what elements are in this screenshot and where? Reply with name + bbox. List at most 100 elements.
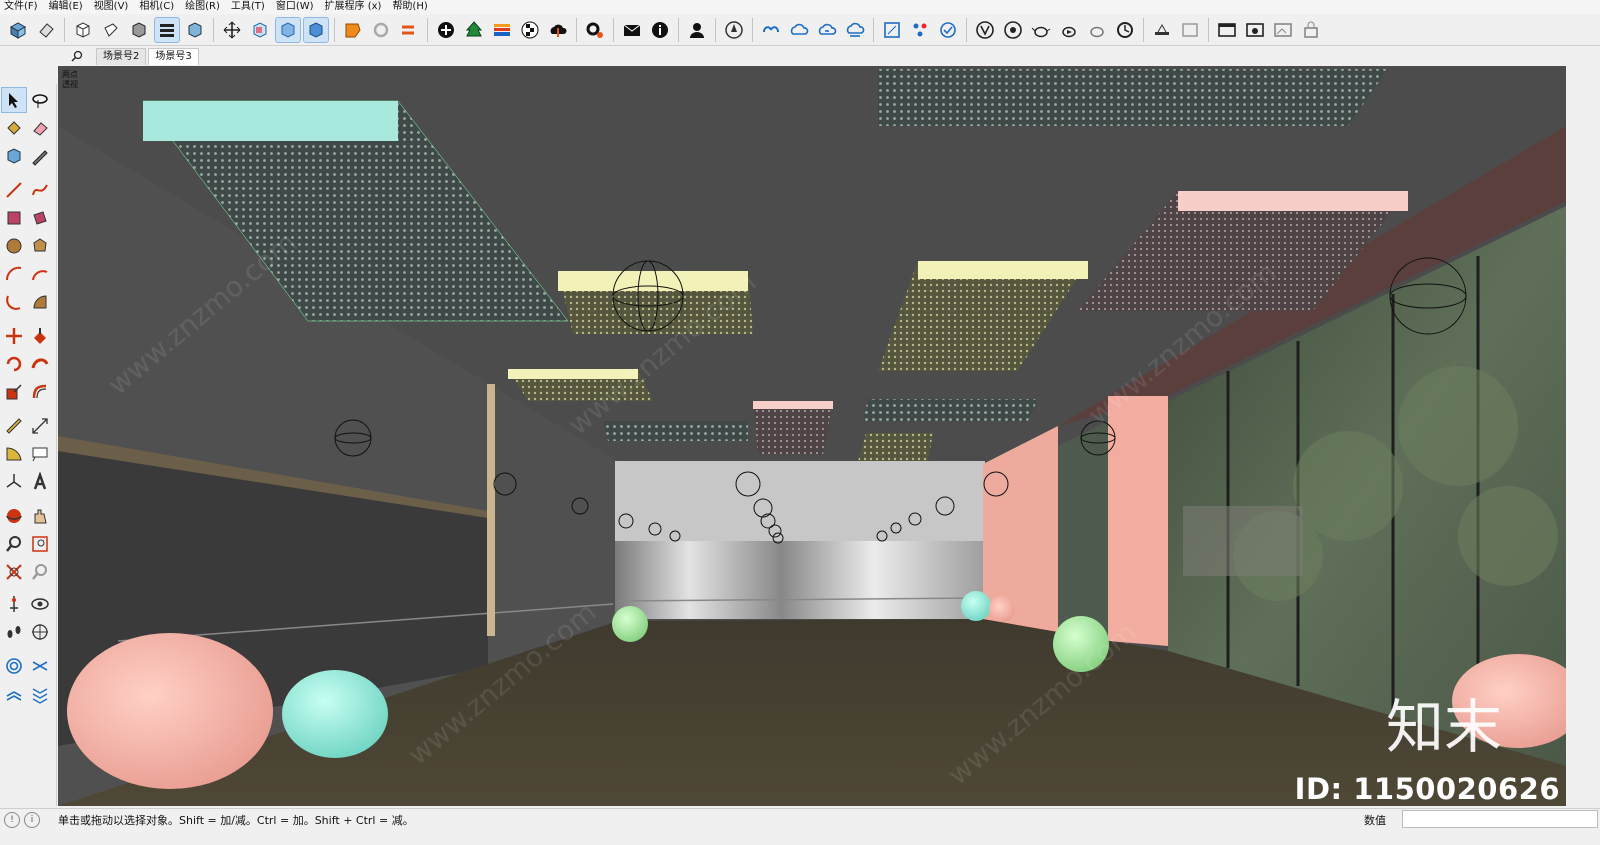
- dimension-icon[interactable]: [28, 414, 52, 438]
- box-tinted-icon[interactable]: [183, 18, 207, 42]
- window-render-icon[interactable]: [1243, 18, 1267, 42]
- refresh-icon[interactable]: [369, 18, 393, 42]
- eraser-shape-icon[interactable]: [34, 18, 58, 42]
- position-camera-icon[interactable]: [2, 592, 26, 616]
- menu-file[interactable]: 文件(F): [0, 0, 45, 14]
- pan-hand-icon[interactable]: [28, 504, 52, 528]
- cloud-share-icon[interactable]: [787, 18, 811, 42]
- menu-view[interactable]: 视图(V): [90, 0, 136, 14]
- scale-icon[interactable]: [2, 380, 26, 404]
- look-around-icon[interactable]: [28, 592, 52, 616]
- tape-measure-icon[interactable]: [28, 144, 52, 168]
- menu-draw[interactable]: 绘图(R): [181, 0, 227, 14]
- orbit-icon[interactable]: [2, 504, 26, 528]
- image-frame-icon[interactable]: [1271, 18, 1295, 42]
- box-outline-icon[interactable]: [99, 18, 123, 42]
- sandbox-scratch-icon[interactable]: [28, 654, 52, 678]
- scene-tab-3[interactable]: 场景号3: [148, 48, 199, 65]
- pie-icon[interactable]: [28, 290, 52, 314]
- teapot-lock-icon[interactable]: [1113, 18, 1137, 42]
- cloud-upload-icon[interactable]: [546, 18, 570, 42]
- measurements-input[interactable]: [1402, 810, 1598, 828]
- move-icon[interactable]: [220, 18, 244, 42]
- move-tool-icon[interactable]: [2, 324, 26, 348]
- sandbox-contours-icon[interactable]: [2, 654, 26, 678]
- frame-icon[interactable]: [880, 18, 904, 42]
- molecule-icon[interactable]: [908, 18, 932, 42]
- 3d-viewport[interactable]: www.znzmo.com www.znzmo.com www.znzmo.co…: [58, 66, 1566, 806]
- lamp-icon[interactable]: [1150, 18, 1174, 42]
- cube-iso-icon[interactable]: [275, 16, 301, 43]
- circle-icon[interactable]: [2, 234, 26, 258]
- text-label-icon[interactable]: [28, 442, 52, 466]
- sandbox-smoove-icon[interactable]: [2, 682, 26, 706]
- three-point-arc-icon[interactable]: [2, 290, 26, 314]
- scene-tab-2[interactable]: 场景号2: [96, 48, 147, 65]
- stripes-icon[interactable]: [490, 18, 514, 42]
- select-arrow-icon[interactable]: [1, 87, 27, 113]
- freehand-icon[interactable]: [28, 178, 52, 202]
- extension-warehouse-icon[interactable]: [341, 18, 365, 42]
- arc-icon[interactable]: [2, 262, 26, 286]
- image-icon[interactable]: [1178, 18, 1202, 42]
- pencil-line-icon[interactable]: [2, 178, 26, 202]
- box-icon[interactable]: [71, 18, 95, 42]
- geo-location-icon[interactable]: !: [4, 811, 20, 828]
- checker-icon[interactable]: [518, 18, 542, 42]
- lasso-select-icon[interactable]: [28, 88, 52, 112]
- window-icon[interactable]: [1215, 18, 1239, 42]
- menu-extensions[interactable]: 扩展程序 (x): [321, 0, 389, 14]
- layers-icon[interactable]: [154, 16, 180, 43]
- gears-icon[interactable]: [583, 18, 607, 42]
- menu-edit[interactable]: 编辑(E): [45, 0, 90, 14]
- cloud-stack-icon[interactable]: [843, 18, 867, 42]
- add-icon[interactable]: [434, 18, 458, 42]
- compass-icon[interactable]: [722, 18, 746, 42]
- make-component-icon[interactable]: [2, 144, 26, 168]
- zoom-icon[interactable]: [2, 532, 26, 556]
- user-icon[interactable]: [685, 18, 709, 42]
- menu-window[interactable]: 窗口(W): [272, 0, 321, 14]
- vray-icon[interactable]: [973, 18, 997, 42]
- push-pull-icon[interactable]: [28, 324, 52, 348]
- box-solid-icon[interactable]: [127, 18, 151, 42]
- teapot-interactive-icon[interactable]: [1085, 18, 1109, 42]
- info-icon[interactable]: [648, 18, 672, 42]
- zoom-extents-icon[interactable]: [2, 560, 26, 584]
- section-plane-icon[interactable]: [28, 620, 52, 644]
- cube-back-icon[interactable]: [248, 18, 272, 42]
- tree-icon[interactable]: [462, 18, 486, 42]
- mail-icon[interactable]: [620, 18, 644, 42]
- check-refresh-icon[interactable]: [936, 18, 960, 42]
- teapot-render-icon[interactable]: [1057, 18, 1081, 42]
- offset-icon[interactable]: [28, 380, 52, 404]
- cloud-link-icon[interactable]: [759, 18, 783, 42]
- component-icon[interactable]: [6, 18, 30, 42]
- menu-help[interactable]: 帮助(H): [388, 0, 434, 14]
- cloud-sync-icon[interactable]: [815, 18, 839, 42]
- rotated-rectangle-icon[interactable]: [28, 206, 52, 230]
- walk-icon[interactable]: [2, 620, 26, 644]
- paint-bucket-icon[interactable]: [2, 116, 26, 140]
- eraser-icon[interactable]: [28, 116, 52, 140]
- axes-icon[interactable]: [2, 470, 26, 494]
- menu-tools[interactable]: 工具(T): [227, 0, 272, 14]
- cube-front-icon[interactable]: [303, 16, 329, 43]
- polygon-icon[interactable]: [28, 234, 52, 258]
- zoom-window-icon[interactable]: [28, 532, 52, 556]
- credits-icon[interactable]: i: [24, 811, 40, 828]
- rotate-icon[interactable]: [2, 352, 26, 376]
- swap-icon[interactable]: [397, 18, 421, 42]
- protractor-icon[interactable]: [2, 442, 26, 466]
- sandbox-stamp-icon[interactable]: [28, 682, 52, 706]
- tape-icon[interactable]: [2, 414, 26, 438]
- 3d-text-icon[interactable]: [28, 470, 52, 494]
- teapot-icon[interactable]: [1029, 18, 1053, 42]
- search-icon[interactable]: [58, 46, 96, 65]
- vray-asset-icon[interactable]: [1001, 18, 1025, 42]
- rectangle-icon[interactable]: [2, 206, 26, 230]
- lock-frame-icon[interactable]: [1299, 18, 1323, 42]
- two-point-arc-icon[interactable]: [28, 262, 52, 286]
- menu-camera[interactable]: 相机(C): [135, 0, 181, 14]
- previous-view-icon[interactable]: [28, 560, 52, 584]
